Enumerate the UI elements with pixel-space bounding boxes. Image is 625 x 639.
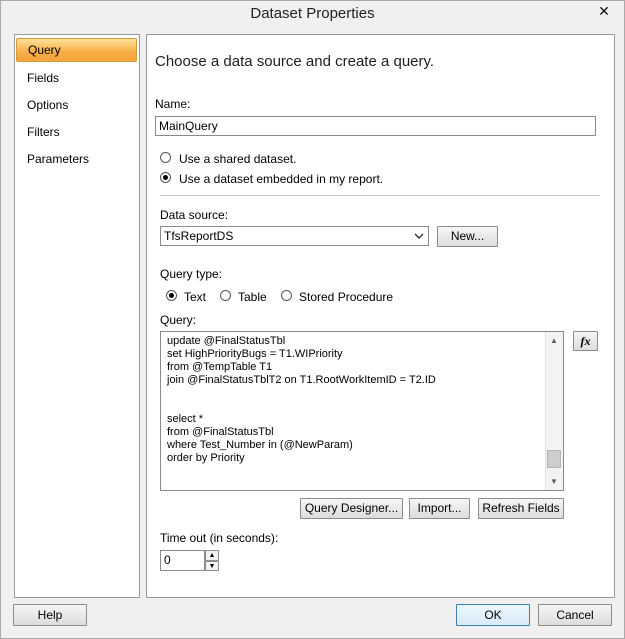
timeout-label: Time out (in seconds): (160, 531, 279, 545)
divider (160, 195, 600, 196)
query-line: set HighPriorityBugs = T1.WIPriority (167, 348, 343, 360)
nav-item-label: Options (27, 98, 69, 112)
query-line: order by Priority (167, 452, 245, 464)
nav-item-parameters[interactable]: Parameters (16, 148, 137, 170)
query-vertical-scrollbar[interactable]: ▲ ▼ (545, 332, 563, 490)
expression-button[interactable]: fx (573, 331, 598, 351)
cancel-button[interactable]: Cancel (538, 604, 612, 626)
query-line: update @FinalStatusTbl (167, 335, 286, 347)
nav-item-filters[interactable]: Filters (16, 121, 137, 143)
query-line: join @FinalStatusTblT2 on T1.RootWorkIte… (167, 374, 436, 386)
nav-item-label: Filters (27, 125, 60, 139)
new-datasource-button[interactable]: New... (437, 226, 498, 247)
scroll-down-icon[interactable]: ▼ (546, 473, 562, 489)
refresh-fields-button[interactable]: Refresh Fields (478, 498, 564, 519)
nav-item-label: Fields (27, 71, 60, 85)
page-heading: Choose a data source and create a query. (155, 53, 435, 70)
radio-shared-dataset[interactable] (160, 152, 171, 163)
query-line: from @TempTable T1 (167, 361, 273, 373)
scroll-up-icon[interactable]: ▲ (546, 332, 562, 348)
querytype-stored-procedure-label: Stored Procedure (299, 290, 394, 304)
radio-embedded-dataset[interactable] (160, 172, 171, 183)
timeout-spinbox[interactable]: 0 (160, 550, 205, 571)
radio-querytype-stored-procedure[interactable] (281, 290, 292, 301)
dataset-properties-dialog: Dataset Properties ✕ Query Fields Option… (0, 0, 625, 639)
query-designer-button[interactable]: Query Designer... (300, 498, 403, 519)
query-line: from @FinalStatusTbl (167, 426, 274, 438)
datasource-combobox[interactable]: TfsReportDS (160, 226, 429, 246)
nav-item-label: Parameters (27, 152, 90, 166)
nav-panel: Query Fields Options Filters Parameters (14, 34, 140, 598)
chevron-down-icon (413, 228, 425, 244)
query-page: Choose a data source and create a query.… (146, 34, 615, 598)
close-icon: ✕ (598, 2, 610, 19)
fx-icon: fx (580, 334, 591, 348)
querytype-table-label: Table (238, 290, 267, 304)
query-line: select * (167, 413, 204, 425)
spin-up-icon[interactable]: ▲ (205, 550, 219, 561)
close-button[interactable]: ✕ (584, 1, 624, 21)
querytype-label: Query type: (160, 267, 223, 281)
title-bar: Dataset Properties ✕ (1, 1, 624, 26)
timeout-value: 0 (164, 553, 171, 567)
ok-button[interactable]: OK (456, 604, 530, 626)
scrollbar-thumb[interactable] (547, 450, 561, 468)
window-title: Dataset Properties (250, 5, 375, 22)
spin-down-icon[interactable]: ▼ (205, 561, 219, 571)
query-label: Query: (160, 313, 197, 327)
name-field[interactable]: MainQuery (155, 116, 596, 136)
querytype-text-label: Text (184, 290, 207, 304)
datasource-label: Data source: (160, 208, 229, 222)
name-value: MainQuery (159, 119, 218, 133)
datasource-value: TfsReportDS (164, 229, 234, 243)
nav-item-options[interactable]: Options (16, 94, 137, 116)
help-button[interactable]: Help (13, 604, 87, 626)
radio-embedded-label: Use a dataset embedded in my report. (179, 172, 384, 186)
query-line: where Test_Number in (@NewParam) (167, 439, 353, 451)
nav-item-query[interactable]: Query (16, 38, 137, 62)
radio-querytype-text[interactable] (166, 290, 177, 301)
nav-item-label: Query (28, 43, 61, 57)
query-textarea[interactable]: update @FinalStatusTbl set HighPriorityB… (160, 331, 564, 491)
name-label: Name: (155, 97, 191, 111)
radio-shared-label: Use a shared dataset. (179, 152, 297, 166)
radio-querytype-table[interactable] (220, 290, 231, 301)
import-button[interactable]: Import... (409, 498, 470, 519)
nav-item-fields[interactable]: Fields (16, 67, 137, 89)
